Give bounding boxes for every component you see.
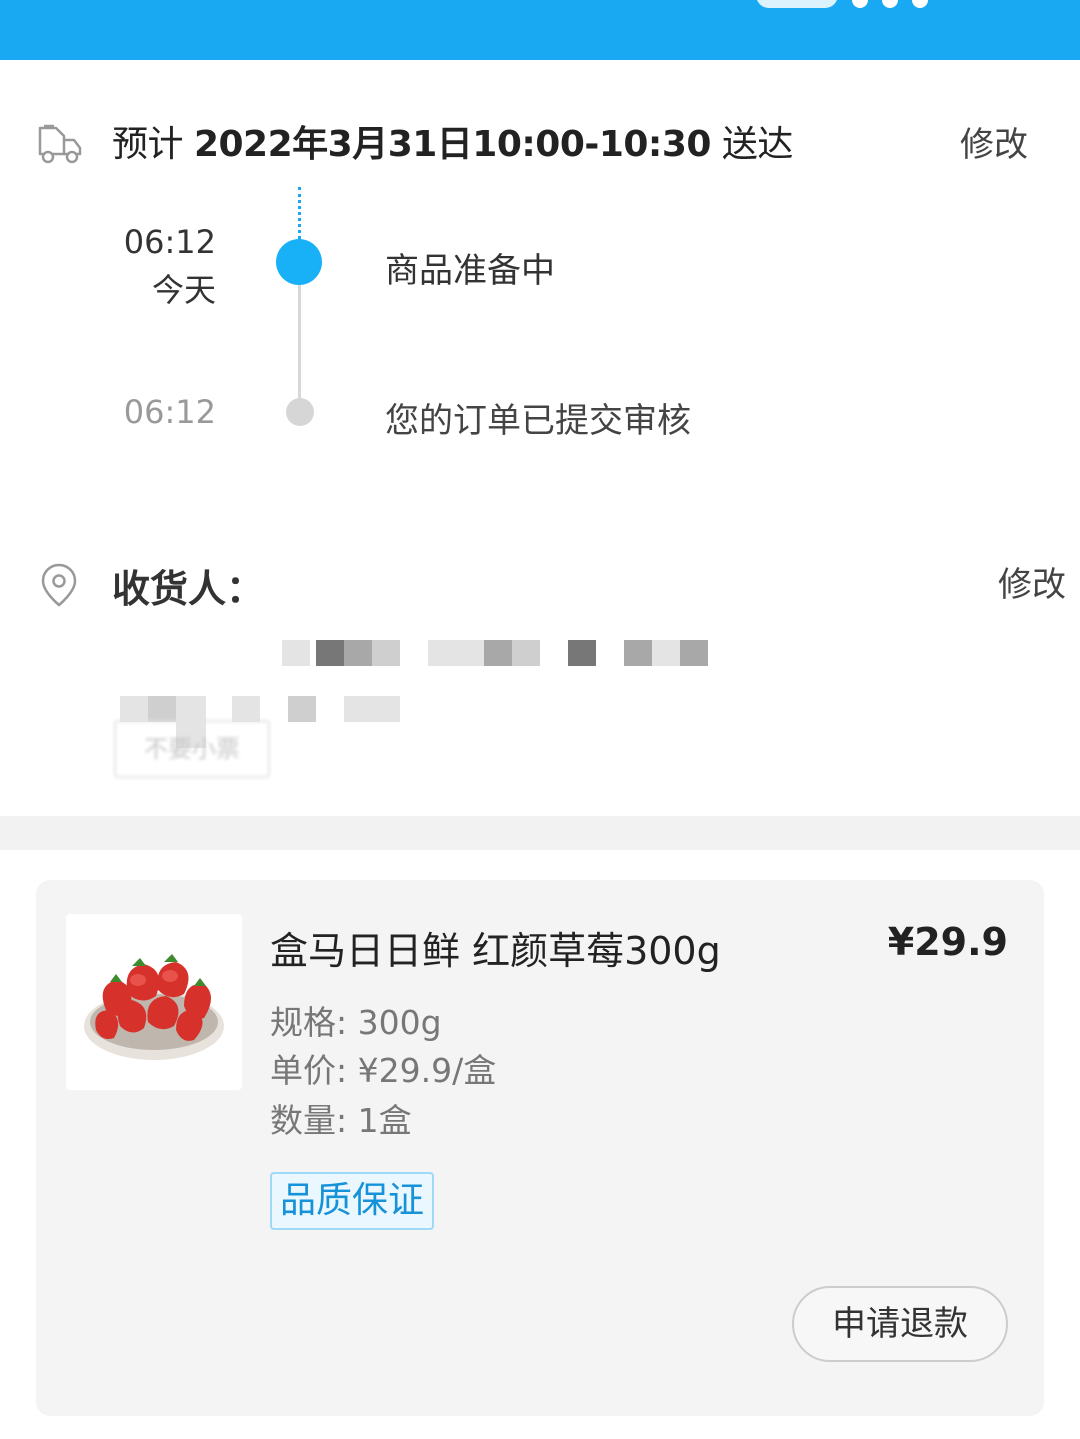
edit-delivery-time-button[interactable]: 修改 xyxy=(960,120,1028,170)
timeline-message: 商品准备中 xyxy=(385,251,555,291)
receiver-label: 收货人： xyxy=(112,567,265,611)
edit-address-button[interactable]: 修改 xyxy=(998,560,1066,610)
product-unit-price: 单价: ¥29.9/盒 xyxy=(270,1051,497,1090)
eta-suffix: 送达 xyxy=(710,124,794,165)
timeline-dot-active xyxy=(276,239,322,285)
timeline-time: 06:12 xyxy=(123,223,216,261)
timeline-day: 今天 xyxy=(151,271,216,309)
order-item-card: 盒马日日鲜 红颜草莓300g ¥29.9 规格: 300g 单价: ¥29.9/… xyxy=(36,880,1044,1416)
section-divider xyxy=(0,816,1080,850)
more-dots-icon[interactable] xyxy=(852,0,928,8)
address-section[interactable]: 收货人： 修改 不要小票 xyxy=(36,560,1066,800)
order-timeline: 06:12 今天 商品准备中 06:12 您的订单已提交审核 xyxy=(0,185,1080,445)
quality-guarantee-badge[interactable]: 品质保证 xyxy=(270,1172,435,1230)
product-image[interactable] xyxy=(66,914,242,1090)
delivery-section: 预计 2022年3月31日10:00-10:30 送达 修改 06:12 今天 … xyxy=(0,60,1080,816)
product-title[interactable]: 盒马日日鲜 红颜草莓300g xyxy=(270,920,721,975)
receipt-option-tag[interactable]: 不要小票 xyxy=(114,720,270,778)
product-quantity: 数量: 1盒 xyxy=(270,1101,412,1140)
eta-prefix: 预计 xyxy=(112,124,194,165)
eta-row: 预计 2022年3月31日10:00-10:30 送达 修改 xyxy=(36,120,1046,170)
product-price: ¥29.9 xyxy=(887,920,1008,964)
location-pin-icon xyxy=(41,563,77,607)
timeline-line xyxy=(298,281,301,413)
eta-time: 2022年3月31日10:00-10:30 xyxy=(193,124,711,165)
truck-icon xyxy=(38,124,82,164)
top-status-bar xyxy=(0,0,1080,60)
status-pill xyxy=(756,0,838,8)
timeline-dot xyxy=(286,398,314,426)
strawberry-icon xyxy=(84,954,224,1060)
timeline-time: 06:12 xyxy=(123,393,216,431)
timeline-dashed-line xyxy=(298,187,301,239)
request-refund-button[interactable]: 申请退款 xyxy=(792,1286,1008,1362)
product-spec: 规格: 300g xyxy=(270,1003,442,1042)
timeline-message: 您的订单已提交审核 xyxy=(385,401,691,441)
eta-text: 预计 2022年3月31日10:00-10:30 送达 xyxy=(112,120,793,170)
